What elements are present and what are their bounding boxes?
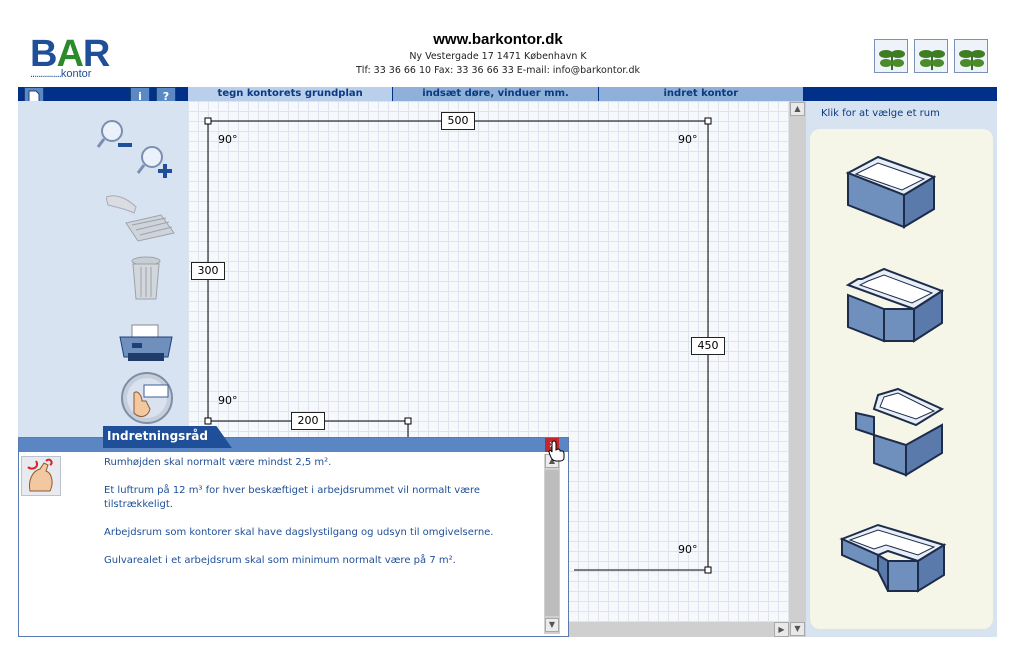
- advice-dialog-title: Indretningsråd: [103, 426, 232, 448]
- scroll-right-button[interactable]: ▶: [774, 622, 789, 637]
- leaf-button-3[interactable]: [954, 39, 988, 73]
- room-rectangle[interactable]: [838, 153, 938, 237]
- tab-doere-vinduer[interactable]: indsæt døre, vinduer mm.: [393, 87, 599, 101]
- app-page: BAR ...............kontor www.barkontor.…: [0, 0, 1014, 654]
- advice-dialog: Indretningsråd x Rumhøjden skal normalt …: [18, 426, 569, 637]
- room-step[interactable]: [846, 387, 946, 483]
- nav-bar: i ? tegn kontorets grundplan indsæt døre…: [18, 87, 997, 107]
- logo-subtitle: ...............kontor: [30, 68, 92, 80]
- room-list: [810, 129, 993, 629]
- advice-dialog-titlebar[interactable]: [19, 438, 568, 452]
- address-line: Ny Vestergade 17 1471 København K: [409, 51, 587, 62]
- print-icon[interactable]: [118, 323, 174, 369]
- advice-paragraph: Rumhøjden skal normalt være mindst 2,5 m…: [104, 457, 332, 468]
- dimension-bottom-inner[interactable]: 200: [291, 412, 325, 430]
- advice-paragraph: Et luftrum på 12 m³ for hver beskæftiget…: [104, 485, 481, 510]
- grid-hand-icon[interactable]: [105, 193, 176, 247]
- site-title: www.barkontor.dk: [433, 31, 563, 48]
- advice-paragraph: Arbejdsrum som kontorer skal have dagsly…: [104, 527, 494, 538]
- select-hand-icon[interactable]: [120, 371, 176, 429]
- nav-tabs: tegn kontorets grundplan indsæt døre, vi…: [188, 87, 804, 101]
- plant-icon: [919, 50, 945, 70]
- advice-text: Rumhøjden skal normalt være mindst 2,5 m…: [104, 456, 544, 582]
- advice-scroll-thumb[interactable]: [545, 470, 559, 616]
- plant-icon: [879, 50, 905, 70]
- dimension-top[interactable]: 500: [441, 112, 475, 130]
- angle-bottom-right: 90°: [678, 543, 698, 556]
- room-l-shaped[interactable]: [838, 521, 948, 605]
- tab-grundplan[interactable]: tegn kontorets grundplan: [188, 87, 394, 101]
- leaf-button-1[interactable]: [874, 39, 908, 73]
- leaf-buttons: [874, 39, 992, 73]
- hand-cursor-icon: [548, 440, 566, 466]
- angle-mid-left: 90°: [218, 394, 238, 407]
- tab-indret-kontor[interactable]: indret kontor: [598, 87, 804, 101]
- scroll-down-button[interactable]: ▼: [790, 622, 805, 636]
- canvas-vertical-scrollbar[interactable]: ▲ ▼: [789, 101, 806, 637]
- advice-scroll-down-button[interactable]: ▼: [545, 618, 559, 632]
- header-info: www.barkontor.dk Ny Vestergade 17 1471 K…: [300, 30, 696, 78]
- dimension-right[interactable]: 450: [691, 337, 725, 355]
- plant-icon: [959, 50, 985, 70]
- angle-top-left: 90°: [218, 133, 238, 146]
- angle-top-right: 90°: [678, 133, 698, 146]
- advice-scrollbar[interactable]: ▲ ▼: [544, 454, 560, 634]
- room-picker-title: Klik for at vælge et rum: [821, 108, 940, 119]
- contact-line: Tlf: 33 36 66 10 Fax: 33 36 66 33 E-mail…: [356, 65, 640, 76]
- room-notched-corner[interactable]: [838, 265, 948, 353]
- left-toolbar: [18, 101, 188, 437]
- trash-icon[interactable]: [130, 255, 162, 305]
- logo[interactable]: BAR ...............kontor: [30, 34, 140, 80]
- reminder-finger-icon: [21, 456, 61, 496]
- dimension-left[interactable]: 300: [191, 262, 225, 280]
- scroll-up-button[interactable]: ▲: [790, 102, 805, 116]
- leaf-button-2[interactable]: [914, 39, 948, 73]
- advice-paragraph: Gulvarealet i et arbejdsrum skal som min…: [104, 555, 456, 566]
- zoom-out-icon[interactable]: [96, 117, 138, 157]
- room-picker-panel: Klik for at vælge et rum: [806, 101, 997, 637]
- zoom-in-icon[interactable]: [136, 143, 176, 187]
- canvas-horizontal-scrollbar[interactable]: ▶: [568, 622, 789, 637]
